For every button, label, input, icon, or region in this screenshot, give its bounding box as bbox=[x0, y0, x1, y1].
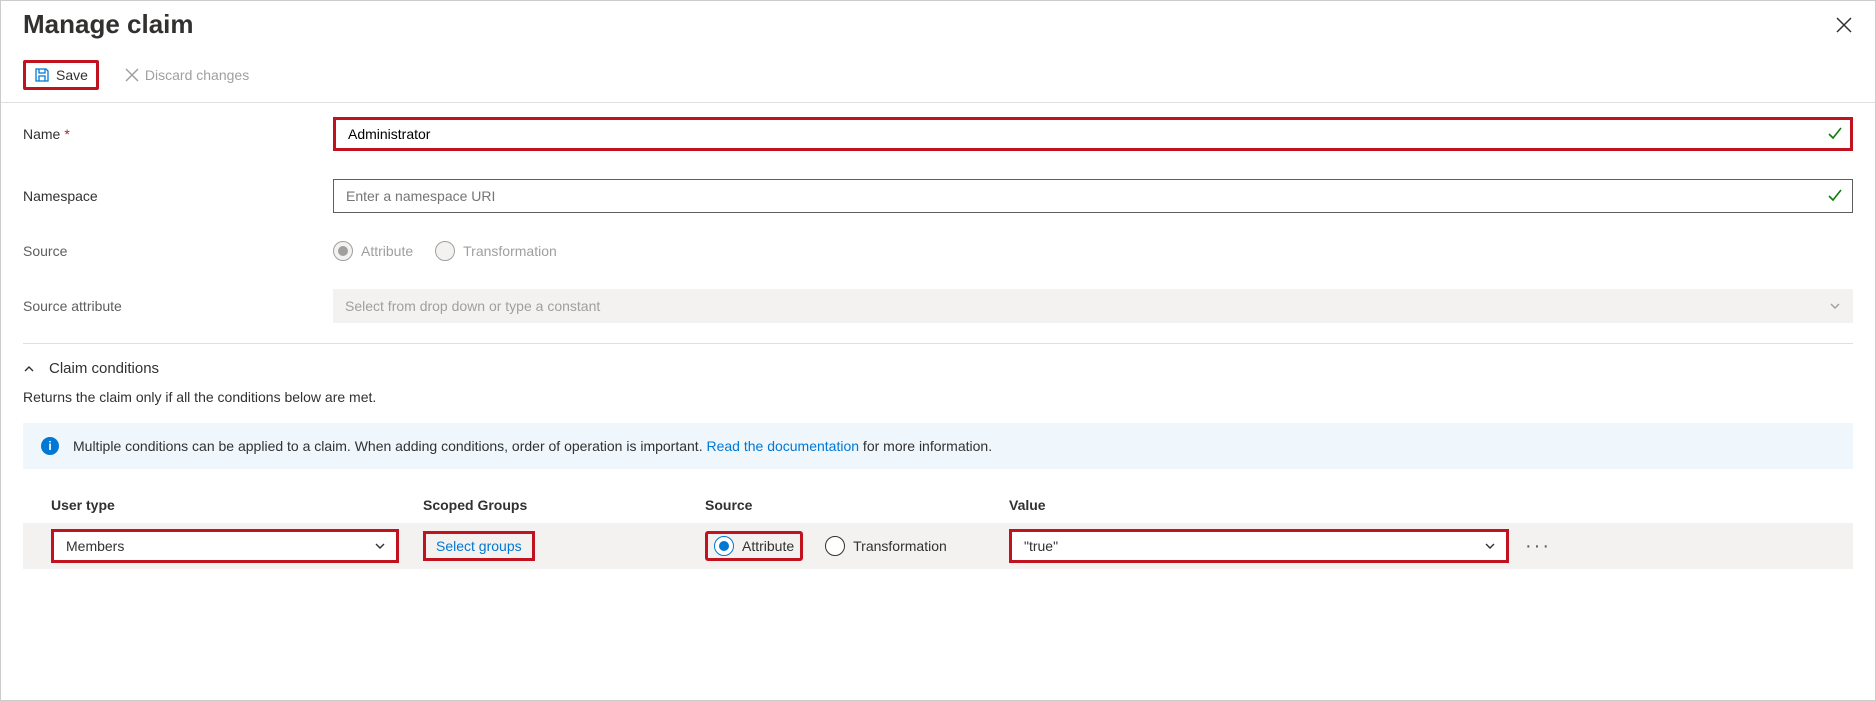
save-icon bbox=[34, 67, 50, 83]
save-button[interactable]: Save bbox=[23, 60, 99, 90]
namespace-label: Namespace bbox=[23, 188, 333, 204]
save-button-label: Save bbox=[56, 67, 88, 83]
col-header-scoped-groups: Scoped Groups bbox=[423, 497, 705, 513]
page-title: Manage claim bbox=[23, 9, 194, 40]
chevron-down-icon bbox=[1484, 540, 1496, 552]
condition-source-transformation-radio[interactable]: Transformation bbox=[825, 536, 947, 556]
col-header-source: Source bbox=[705, 497, 1009, 513]
value-dropdown[interactable]: "true" bbox=[1009, 529, 1509, 563]
discard-icon bbox=[125, 68, 139, 82]
source-radio-attribute: Attribute bbox=[333, 241, 413, 261]
panel-header: Manage claim bbox=[23, 1, 1853, 54]
info-banner: i Multiple conditions can be applied to … bbox=[23, 423, 1853, 469]
info-banner-text: Multiple conditions can be applied to a … bbox=[73, 438, 992, 454]
toolbar: Save Discard changes bbox=[1, 54, 1875, 103]
check-icon bbox=[1827, 188, 1843, 204]
claim-conditions-toggle[interactable]: Claim conditions bbox=[23, 344, 1853, 383]
name-label: Name* bbox=[23, 126, 333, 142]
check-icon bbox=[1827, 126, 1843, 142]
radio-icon bbox=[825, 536, 845, 556]
source-label: Source bbox=[23, 243, 333, 259]
discard-button[interactable]: Discard changes bbox=[117, 63, 257, 87]
manage-claim-panel: Manage claim Save Discard changes Name* bbox=[0, 0, 1876, 701]
source-attribute-label: Source attribute bbox=[23, 298, 333, 314]
conditions-table-header: User type Scoped Groups Source Value bbox=[23, 497, 1853, 523]
more-options-icon[interactable]: ··· bbox=[1519, 535, 1557, 558]
user-type-dropdown[interactable]: Members bbox=[51, 529, 399, 563]
form-row-source-attribute: Source attribute Select from drop down o… bbox=[23, 275, 1853, 337]
source-radio-group: Attribute Transformation bbox=[333, 241, 1853, 261]
col-header-user-type: User type bbox=[51, 497, 423, 513]
source-attribute-dropdown: Select from drop down or type a constant bbox=[333, 289, 1853, 323]
radio-icon bbox=[333, 241, 353, 261]
radio-icon bbox=[435, 241, 455, 261]
info-icon: i bbox=[41, 437, 59, 455]
close-icon[interactable] bbox=[1835, 16, 1853, 34]
chevron-up-icon bbox=[23, 363, 35, 375]
claim-conditions-title: Claim conditions bbox=[49, 360, 159, 377]
condition-source-attribute-radio[interactable]: Attribute bbox=[705, 531, 803, 561]
form-row-name: Name* bbox=[23, 103, 1853, 165]
radio-icon bbox=[714, 536, 734, 556]
discard-button-label: Discard changes bbox=[145, 67, 249, 83]
select-groups-link[interactable]: Select groups bbox=[423, 531, 535, 561]
read-documentation-link[interactable]: Read the documentation bbox=[706, 438, 859, 454]
chevron-down-icon bbox=[374, 540, 386, 552]
form-row-source: Source Attribute Transformation bbox=[23, 227, 1853, 275]
conditions-row: Members Select groups Attribute Transfor… bbox=[23, 523, 1853, 569]
form-row-namespace: Namespace bbox=[23, 165, 1853, 227]
claim-conditions-description: Returns the claim only if all the condit… bbox=[23, 389, 1853, 405]
source-radio-transformation: Transformation bbox=[435, 241, 557, 261]
required-indicator: * bbox=[64, 126, 69, 142]
namespace-input[interactable] bbox=[333, 179, 1853, 213]
col-header-value: Value bbox=[1009, 497, 1853, 513]
name-input[interactable] bbox=[333, 117, 1853, 151]
chevron-down-icon bbox=[1829, 300, 1841, 312]
